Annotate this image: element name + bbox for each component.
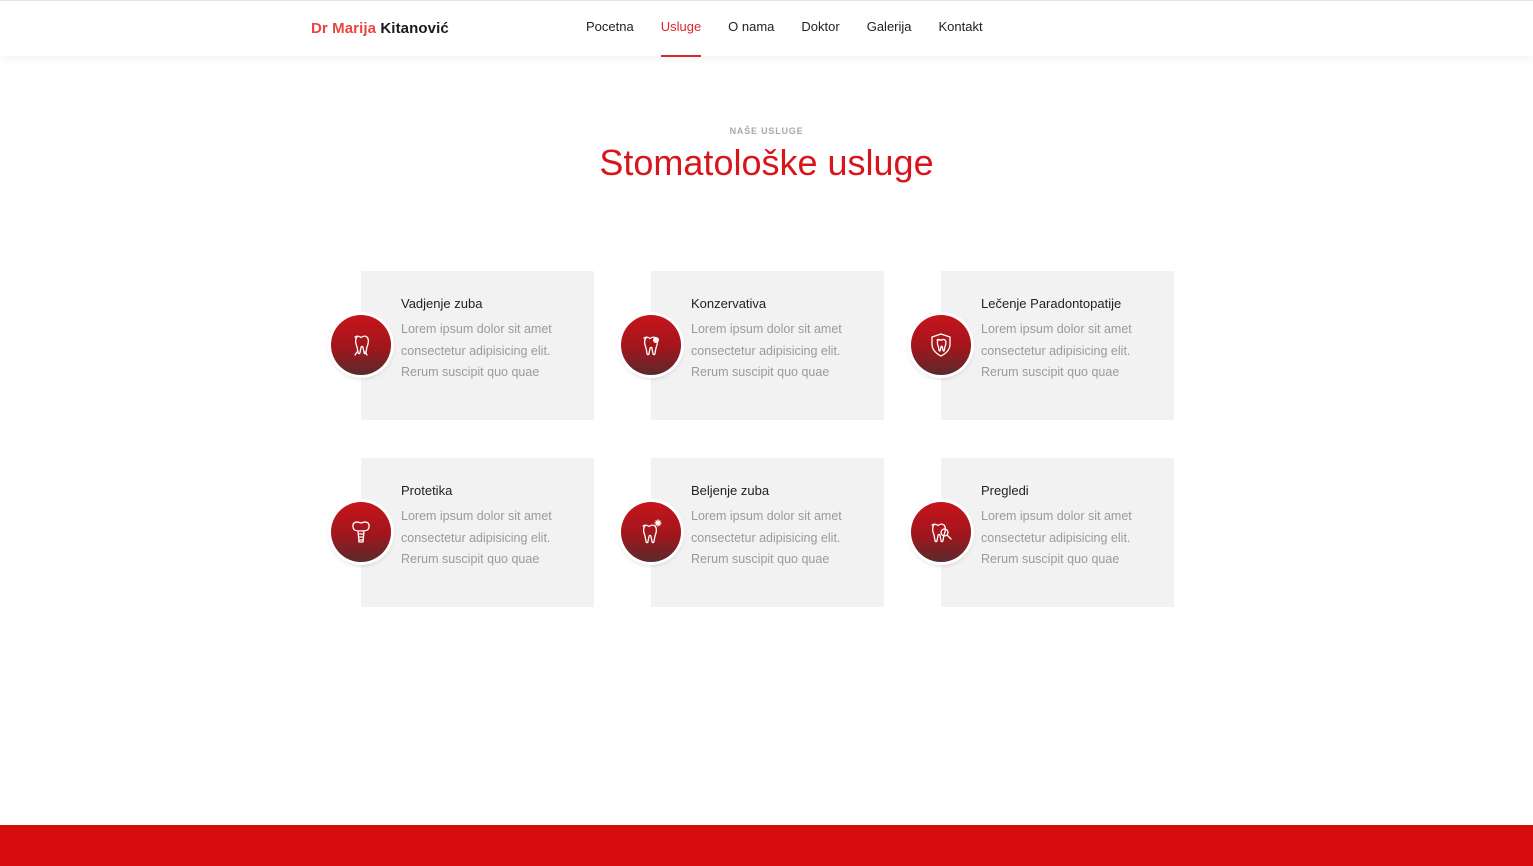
- service-description: Lorem ipsum dolor sit amet consectetur a…: [401, 506, 586, 571]
- service-card-paradontopatija[interactable]: Lečenje Paradontopatije Lorem ipsum dolo…: [911, 271, 1174, 420]
- service-title: Lečenje Paradontopatije: [981, 296, 1122, 311]
- service-description-line: Lorem ipsum dolor sit amet: [981, 322, 1132, 336]
- service-description: Lorem ipsum dolor sit amet consectetur a…: [691, 319, 876, 384]
- service-description-line: Rerum suscipit quo quae: [981, 552, 1120, 566]
- brand-first-name: Dr Marija: [311, 20, 377, 37]
- service-title: Protetika: [401, 483, 453, 498]
- tooth-filling-icon: [621, 315, 681, 375]
- service-description-line: consectetur adipisicing elit.: [401, 343, 551, 358]
- service-description-line: Lorem ipsum dolor sit amet: [981, 509, 1132, 523]
- dental-implant-icon: [331, 502, 391, 562]
- service-card-pregledi[interactable]: Pregledi Lorem ipsum dolor sit amet cons…: [911, 458, 1174, 607]
- service-description-line: Rerum suscipit quo quae: [401, 552, 540, 566]
- brand-logo[interactable]: Dr Marija Kitanović: [311, 20, 449, 37]
- service-description-line: consectetur adipisicing elit.: [401, 530, 551, 545]
- service-description-line: Lorem ipsum dolor sit amet: [691, 322, 842, 336]
- service-card-protetika[interactable]: Protetika Lorem ipsum dolor sit amet con…: [331, 458, 594, 607]
- navbar: Dr Marija Kitanović Pocetna Usluge O nam…: [0, 0, 1533, 57]
- service-description-line: Rerum suscipit quo quae: [981, 365, 1120, 379]
- nav-item-galerija[interactable]: Galerija: [867, 1, 912, 57]
- service-description-line: consectetur adipisicing elit.: [691, 530, 841, 545]
- service-card-beljenje[interactable]: Beljenje zuba Lorem ipsum dolor sit amet…: [621, 458, 884, 607]
- tooth-checkup-icon: [911, 502, 971, 562]
- service-description: Lorem ipsum dolor sit amet consectetur a…: [401, 319, 586, 384]
- service-description: Lorem ipsum dolor sit amet consectetur a…: [981, 319, 1166, 384]
- service-title: Beljenje zuba: [691, 483, 770, 498]
- nav-item-kontakt[interactable]: Kontakt: [939, 1, 983, 57]
- service-description-line: Rerum suscipit quo quae: [691, 365, 830, 379]
- service-title: Vadjenje zuba: [401, 296, 483, 311]
- tooth-extraction-icon: [331, 315, 391, 375]
- section-title: Stomatološke usluge: [599, 142, 934, 183]
- service-description-line: consectetur adipisicing elit.: [981, 530, 1131, 545]
- service-description-line: Lorem ipsum dolor sit amet: [401, 322, 552, 336]
- service-description-line: consectetur adipisicing elit.: [981, 343, 1131, 358]
- service-description: Lorem ipsum dolor sit amet consectetur a…: [981, 506, 1166, 571]
- tooth-whitening-icon: [621, 502, 681, 562]
- tooth-shield-icon: [911, 315, 971, 375]
- nav-item-usluge[interactable]: Usluge: [660, 1, 702, 57]
- service-description-line: Rerum suscipit quo quae: [691, 552, 830, 566]
- section-subtitle: NAŠE USLUGE: [729, 126, 804, 136]
- service-title: Pregledi: [981, 483, 1029, 498]
- nav-item-pocetna[interactable]: Pocetna: [586, 1, 634, 57]
- service-card-konzervativa[interactable]: Konzervativa Lorem ipsum dolor sit amet …: [621, 271, 884, 420]
- footer-bar: [0, 825, 1533, 866]
- service-description-line: Rerum suscipit quo quae: [401, 365, 540, 379]
- service-card-vadjenje[interactable]: Vadjenje zuba Lorem ipsum dolor sit amet…: [331, 271, 594, 420]
- service-description-line: Lorem ipsum dolor sit amet: [401, 509, 552, 523]
- service-description: Lorem ipsum dolor sit amet consectetur a…: [691, 506, 876, 571]
- service-description-line: consectetur adipisicing elit.: [691, 343, 841, 358]
- main-nav: Pocetna Usluge O nama Doktor Galerija Ko…: [586, 1, 983, 57]
- service-description-line: Lorem ipsum dolor sit amet: [691, 509, 842, 523]
- brand-last-name: Kitanović: [380, 20, 449, 37]
- service-title: Konzervativa: [691, 296, 767, 311]
- nav-item-o-nama[interactable]: O nama: [728, 1, 774, 57]
- nav-item-doktor[interactable]: Doktor: [801, 1, 839, 57]
